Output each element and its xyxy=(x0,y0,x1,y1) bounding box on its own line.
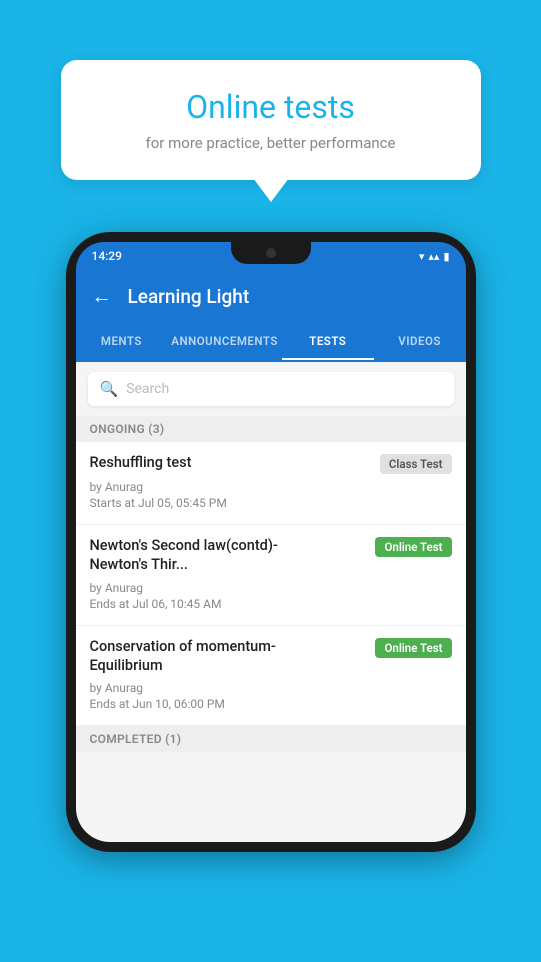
status-time: 14:29 xyxy=(92,249,122,263)
test-badge-3: Online Test xyxy=(375,638,451,658)
search-bar[interactable]: 🔍 Search xyxy=(88,372,454,406)
card-row1-1: Reshuffling test Class Test xyxy=(90,454,452,474)
search-icon: 🔍 xyxy=(100,380,119,398)
test-card-1[interactable]: Reshuffling test Class Test by Anurag St… xyxy=(76,442,466,525)
battery-icon: ▮ xyxy=(443,250,449,263)
tab-ments[interactable]: MENTS xyxy=(76,322,168,360)
test-author-1: by Anurag xyxy=(90,480,452,494)
app-bar-title: Learning Light xyxy=(128,285,250,308)
test-time-1: Starts at Jul 05, 05:45 PM xyxy=(90,496,452,510)
test-author-2: by Anurag xyxy=(90,581,452,595)
tab-announcements[interactable]: ANNOUNCEMENTS xyxy=(167,322,282,360)
bubble-subtitle: for more practice, better performance xyxy=(101,134,441,152)
phone-notch xyxy=(231,242,311,264)
app-bar: ← Learning Light xyxy=(76,270,466,322)
completed-section-header: COMPLETED (1) xyxy=(76,726,466,752)
signal-icon: ▴▴ xyxy=(428,250,439,263)
bubble-title: Online tests xyxy=(101,88,441,126)
test-card-2[interactable]: Newton's Second law(contd)-Newton's Thir… xyxy=(76,525,466,626)
test-title-3: Conservation of momentum-Equilibrium xyxy=(90,638,307,676)
wifi-icon: ▾ xyxy=(419,250,425,263)
test-time-2: Ends at Jul 06, 10:45 AM xyxy=(90,597,452,611)
test-badge-2: Online Test xyxy=(375,537,451,557)
card-row1-3: Conservation of momentum-Equilibrium Onl… xyxy=(90,638,452,676)
phone-camera xyxy=(266,248,276,258)
search-placeholder: Search xyxy=(126,381,169,397)
speech-bubble: Online tests for more practice, better p… xyxy=(61,60,481,180)
back-button[interactable]: ← xyxy=(92,284,112,309)
tab-tests[interactable]: TESTS xyxy=(282,322,374,360)
ongoing-section-header: ONGOING (3) xyxy=(76,416,466,442)
phone-screen: ← Learning Light MENTS ANNOUNCEMENTS TES… xyxy=(76,270,466,842)
card-row1-2: Newton's Second law(contd)-Newton's Thir… xyxy=(90,537,452,575)
phone-frame: 14:29 ▾ ▴▴ ▮ ← Learning Light MENTS ANNO… xyxy=(66,232,476,852)
test-author-3: by Anurag xyxy=(90,681,452,695)
test-card-3[interactable]: Conservation of momentum-Equilibrium Onl… xyxy=(76,626,466,727)
tab-videos[interactable]: VIDEOS xyxy=(374,322,466,360)
tabs-bar: MENTS ANNOUNCEMENTS TESTS VIDEOS xyxy=(76,322,466,362)
test-badge-1: Class Test xyxy=(380,454,452,474)
test-title-1: Reshuffling test xyxy=(90,454,192,473)
test-time-3: Ends at Jun 10, 06:00 PM xyxy=(90,697,452,711)
status-icons: ▾ ▴▴ ▮ xyxy=(419,250,450,263)
phone-wrapper: 14:29 ▾ ▴▴ ▮ ← Learning Light MENTS ANNO… xyxy=(0,232,541,852)
top-section: Online tests for more practice, better p… xyxy=(0,0,541,180)
test-title-2: Newton's Second law(contd)-Newton's Thir… xyxy=(90,537,307,575)
